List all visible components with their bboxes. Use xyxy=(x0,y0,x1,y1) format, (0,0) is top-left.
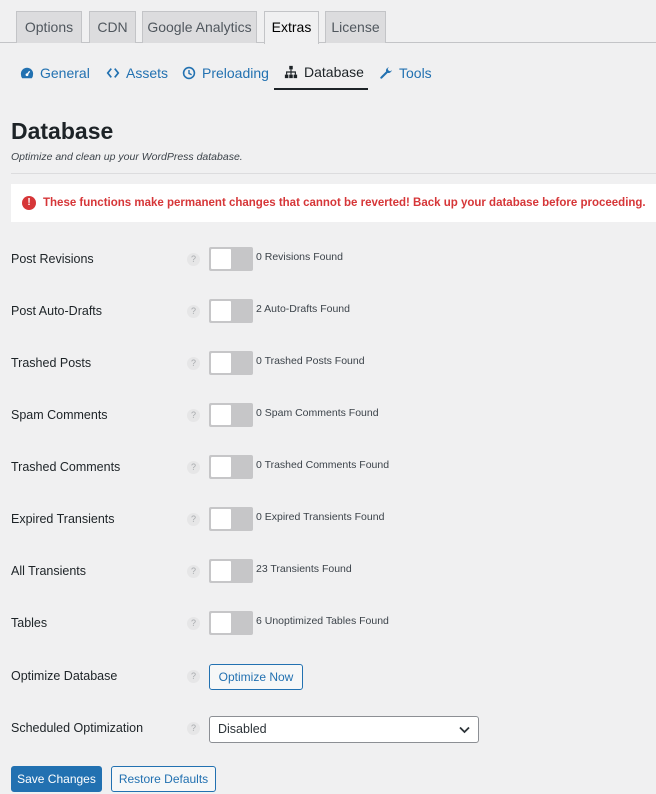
tables-toggle[interactable] xyxy=(209,611,253,635)
toggle-knob xyxy=(211,249,231,269)
row-label: Tables xyxy=(11,616,48,630)
trashed-posts-count: 0 Trashed Posts Found xyxy=(256,355,365,367)
revisions-count: 0 Revisions Found xyxy=(256,251,343,263)
scheduled-optimization-select[interactable]: Disabled xyxy=(209,716,479,743)
toggle-knob xyxy=(211,509,231,529)
clock-icon xyxy=(182,66,196,80)
spam-comments-count: 0 Spam Comments Found xyxy=(256,407,379,419)
code-icon xyxy=(106,66,120,80)
row-scheduled-optimization: Scheduled Optimization ? Disabled xyxy=(0,716,656,743)
tab-cdn[interactable]: CDN xyxy=(89,11,136,43)
row-label: Optimize Database xyxy=(11,669,118,683)
help-icon[interactable]: ? xyxy=(187,305,200,318)
post-revisions-toggle[interactable] xyxy=(209,247,253,271)
toggle-knob xyxy=(211,457,231,477)
row-label: Expired Transients xyxy=(11,512,115,526)
row-label: Post Auto-Drafts xyxy=(11,304,103,318)
save-changes-button[interactable]: Save Changes xyxy=(11,766,102,792)
page-description: Optimize and clean up your WordPress dat… xyxy=(11,151,243,163)
row-label: Trashed Comments xyxy=(11,460,121,474)
row-tables: Tables ? 6 Unoptimized Tables Found xyxy=(0,611,656,637)
optimize-now-button[interactable]: Optimize Now xyxy=(209,664,303,690)
row-post-auto-drafts: Post Auto-Drafts ? 2 Auto-Drafts Found xyxy=(0,299,656,325)
subnav-assets[interactable]: Assets xyxy=(106,56,168,90)
row-trashed-comments: Trashed Comments ? 0 Trashed Comments Fo… xyxy=(0,455,656,481)
help-icon[interactable]: ? xyxy=(187,253,200,266)
warning-notice: ! These functions make permanent changes… xyxy=(11,184,656,222)
row-spam-comments: Spam Comments ? 0 Spam Comments Found xyxy=(0,403,656,429)
row-label: Trashed Posts xyxy=(11,356,92,370)
restore-defaults-button[interactable]: Restore Defaults xyxy=(111,766,216,792)
help-icon[interactable]: ? xyxy=(187,565,200,578)
wrench-icon xyxy=(379,66,393,80)
dashboard-icon xyxy=(20,66,34,80)
row-trashed-posts: Trashed Posts ? 0 Trashed Posts Found xyxy=(0,351,656,377)
subnav-general[interactable]: General xyxy=(20,56,90,90)
subnav-tools-label: Tools xyxy=(399,65,432,81)
page-title: Database xyxy=(11,118,114,144)
toggle-knob xyxy=(211,405,231,425)
subnav-preloading-label: Preloading xyxy=(202,65,269,81)
subnav-preloading[interactable]: Preloading xyxy=(182,56,269,90)
row-label: Scheduled Optimization xyxy=(11,721,144,735)
tab-extras[interactable]: Extras xyxy=(264,11,319,44)
trashed-comments-count: 0 Trashed Comments Found xyxy=(256,459,390,471)
row-expired-transients: Expired Transients ? 0 Expired Transient… xyxy=(0,507,656,533)
subnav-assets-label: Assets xyxy=(126,65,169,81)
tables-count: 6 Unoptimized Tables Found xyxy=(256,615,389,627)
tab-options[interactable]: Options xyxy=(16,11,82,43)
toggle-knob xyxy=(211,301,231,321)
transients-count: 23 Transients Found xyxy=(256,563,352,575)
row-all-transients: All Transients ? 23 Transients Found xyxy=(0,559,656,585)
subnav-database[interactable]: Database xyxy=(274,56,368,90)
subnav-tools[interactable]: Tools xyxy=(379,56,432,90)
subnav-general-label: General xyxy=(40,65,90,81)
chevron-down-icon xyxy=(459,726,470,734)
sitemap-icon xyxy=(284,65,298,79)
help-icon[interactable]: ? xyxy=(187,461,200,474)
tab-license[interactable]: License xyxy=(325,11,386,43)
help-icon[interactable]: ? xyxy=(187,409,200,422)
expired-transients-count: 0 Expired Transients Found xyxy=(256,511,385,523)
expired-transients-toggle[interactable] xyxy=(209,507,253,531)
select-value: Disabled xyxy=(218,722,267,736)
spam-comments-toggle[interactable] xyxy=(209,403,253,427)
help-icon[interactable]: ? xyxy=(187,670,200,683)
post-auto-drafts-toggle[interactable] xyxy=(209,299,253,323)
help-icon[interactable]: ? xyxy=(187,617,200,630)
trashed-comments-toggle[interactable] xyxy=(209,455,253,479)
help-icon[interactable]: ? xyxy=(187,357,200,370)
nav-tab-bar: Options CDN Google Analytics Extras Lice… xyxy=(0,0,656,44)
trashed-posts-toggle[interactable] xyxy=(209,351,253,375)
subnav-database-label: Database xyxy=(304,64,364,80)
help-icon[interactable]: ? xyxy=(187,722,200,735)
row-optimize-database: Optimize Database ? Optimize Now xyxy=(0,664,656,690)
row-label: Spam Comments xyxy=(11,408,108,422)
auto-drafts-count: 2 Auto-Drafts Found xyxy=(256,303,350,315)
tab-google-analytics[interactable]: Google Analytics xyxy=(142,11,257,43)
row-label: Post Revisions xyxy=(11,252,94,266)
error-icon: ! xyxy=(22,196,36,210)
divider xyxy=(11,173,656,174)
toggle-knob xyxy=(211,561,231,581)
row-label: All Transients xyxy=(11,564,87,578)
warning-text: These functions make permanent changes t… xyxy=(43,197,646,209)
row-post-revisions: Post Revisions ? 0 Revisions Found xyxy=(0,247,656,273)
all-transients-toggle[interactable] xyxy=(209,559,253,583)
toggle-knob xyxy=(211,613,231,633)
help-icon[interactable]: ? xyxy=(187,513,200,526)
toggle-knob xyxy=(211,353,231,373)
